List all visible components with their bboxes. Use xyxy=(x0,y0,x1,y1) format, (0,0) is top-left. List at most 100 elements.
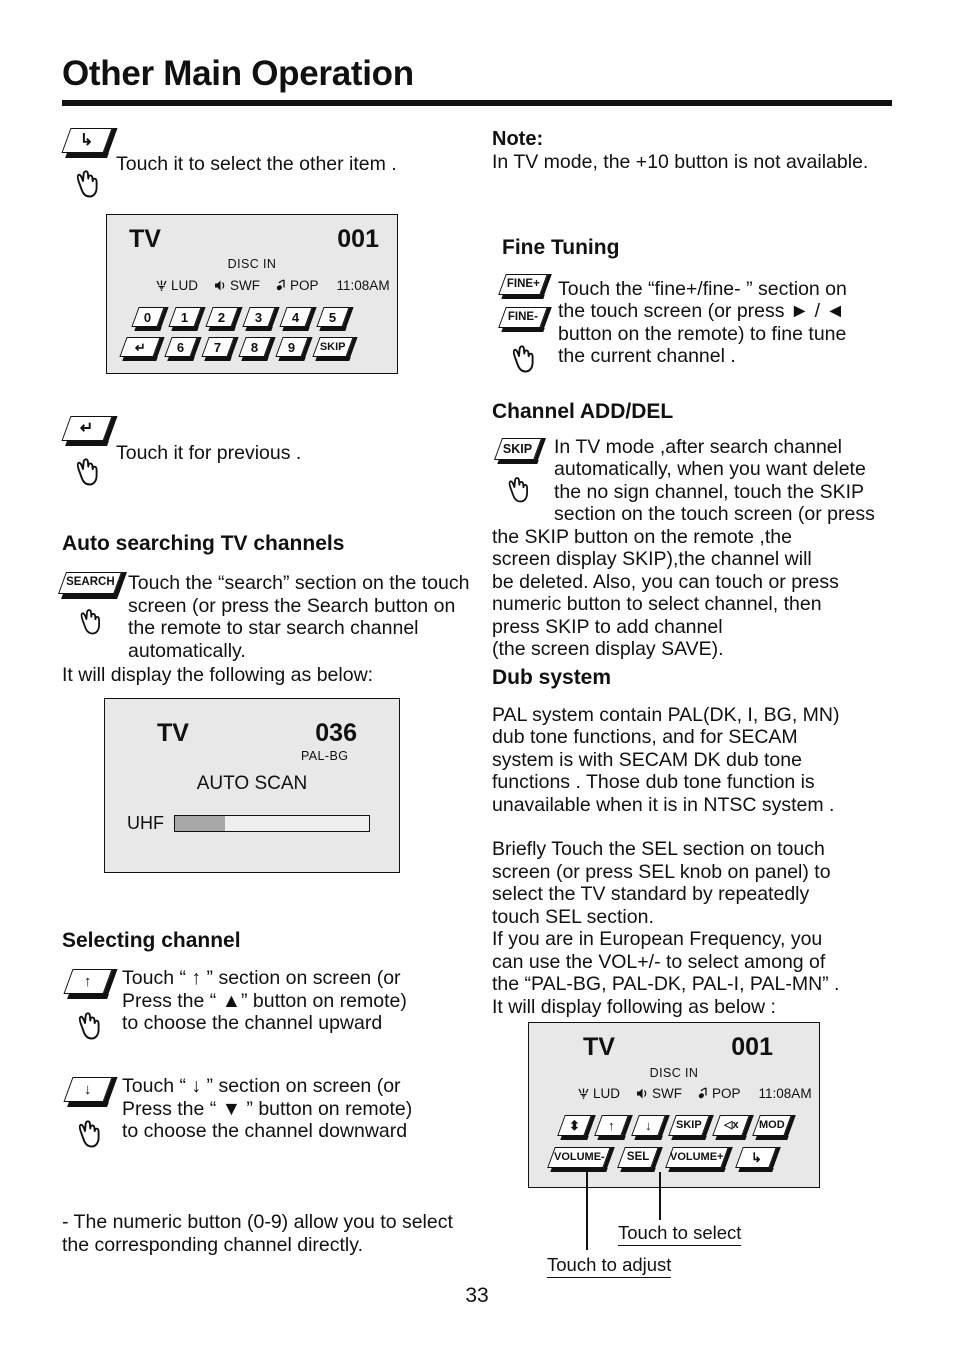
keypad-key-label: 4 xyxy=(292,309,300,325)
panel-controls-row-1: ⬍ ↑ ↓ SKIP ◁x MOD xyxy=(557,1115,796,1140)
dub-paragraph-1: PAL system contain PAL(DK, I, BG, MN) du… xyxy=(492,704,912,817)
dub-p2-line-7: the “PAL-BG, PAL-DK, PAL-I, PAL-MN” . xyxy=(492,973,840,995)
antenna-icon xyxy=(156,280,167,291)
previous-key-label: ↵ xyxy=(80,419,94,437)
dub-p2-line-2: screen (or press SEL knob on panel) to xyxy=(492,860,831,883)
panel-keypad-status: LUD SWF POP 11:08AM xyxy=(155,278,390,293)
keypad-key[interactable]: 7 xyxy=(201,337,239,361)
other-item-key-label: ↳ xyxy=(80,131,94,149)
ch-updown-key[interactable]: ⬍ xyxy=(557,1115,596,1140)
keypad-key-label: 2 xyxy=(218,309,226,325)
title-rule xyxy=(62,100,892,106)
selecting-channel-heading: Selecting channel xyxy=(62,929,241,952)
panel-keypad-status-2: POP xyxy=(290,278,319,293)
add-del-line-10: (the screen display SAVE). xyxy=(492,638,724,660)
control-key-label: MOD xyxy=(759,1119,785,1131)
control-key-label: ⬍ xyxy=(569,1118,580,1133)
select-up-line1: Touch “ ↑ ” section on screen (or xyxy=(122,967,401,989)
panel-controls-row-2: VOLUME- SEL VOLUME+ ↳ xyxy=(547,1147,781,1172)
panel-controls-time: 11:08AM xyxy=(758,1086,812,1101)
channel-up-key[interactable]: ↑ xyxy=(63,969,118,999)
tv-panel-autoscan: TV 036 PAL-BG AUTO SCAN UHF xyxy=(104,698,400,873)
keypad-key-enter[interactable]: ↵ xyxy=(119,337,165,361)
dub-p1-line-5: unavailable when it is in NTSC system . xyxy=(492,793,835,816)
panel-controls-mode: TV xyxy=(583,1033,615,1061)
sel-key[interactable]: SEL xyxy=(617,1147,663,1172)
hand-pointer-icon xyxy=(78,604,106,641)
keypad-key[interactable]: 6 xyxy=(164,337,202,361)
control-key-label: ↳ xyxy=(750,1150,762,1165)
previous-text: Touch it for previous . xyxy=(116,442,302,464)
fine-plus-key[interactable]: FINE+ xyxy=(498,273,552,299)
antenna-icon xyxy=(578,1088,589,1099)
note-text: In TV mode, the +10 button is not availa… xyxy=(492,151,869,173)
dub-p1-line-1: PAL system contain PAL(DK, I, BG, MN) xyxy=(492,703,840,726)
other-item-text: Touch it to select the other item . xyxy=(116,153,397,175)
keypad-key[interactable]: 5 xyxy=(316,307,354,331)
control-key-label: SKIP xyxy=(676,1119,702,1131)
select-down-line3: to choose the channel downward xyxy=(122,1120,408,1142)
keypad-key[interactable]: 8 xyxy=(238,337,276,361)
fine-tuning-line4: the current channel . xyxy=(558,345,736,367)
control-key-label: SEL xyxy=(626,1150,650,1163)
keypad-key[interactable]: 4 xyxy=(279,307,317,331)
mode-key[interactable]: MOD xyxy=(752,1115,796,1140)
select-up-line3: to choose the channel upward xyxy=(122,1012,383,1034)
control-key-label: ↑ xyxy=(608,1118,615,1133)
panel-keypad-time: 11:08AM xyxy=(336,278,390,293)
volume-up-key[interactable]: VOLUME+ xyxy=(665,1147,733,1172)
fine-tuning-line2: the touch screen (or press ► / ◄ xyxy=(558,300,847,323)
page-number: 33 xyxy=(465,1284,489,1307)
channel-down-key-label: ↓ xyxy=(84,1081,92,1098)
auto-search-body: Touch the “search” section on the touch … xyxy=(128,572,470,662)
search-key[interactable]: SEARCH xyxy=(57,572,128,599)
select-down-line2: Press the “ ▼ ” button on remote) xyxy=(122,1097,413,1120)
mute-key[interactable]: ◁x xyxy=(712,1115,754,1140)
hand-pointer-icon xyxy=(76,1007,106,1046)
fine-minus-key-label: FINE- xyxy=(507,310,539,323)
skip-key-label: SKIP xyxy=(503,441,533,456)
panel-scan-status: AUTO SCAN xyxy=(196,773,308,794)
dub-p2-line-4: touch SEL section. xyxy=(492,905,654,928)
panel-scan-channel: 036 xyxy=(315,719,357,747)
note-heading: Note: xyxy=(492,128,544,150)
keypad-key-label: 3 xyxy=(255,309,263,325)
keypad-key-label: 0 xyxy=(144,309,152,325)
skip-key[interactable]: SKIP xyxy=(493,437,547,464)
panel-controls-channel: 001 xyxy=(731,1033,773,1061)
keypad-key-label: 9 xyxy=(288,339,296,355)
tv-panel-keypad: TV 001 DISC IN LUD SWF POP 11:08AM 0 1 2… xyxy=(106,214,398,374)
panel-controls-status: LUD SWF POP 11:08AM xyxy=(577,1086,812,1101)
enter-control-key[interactable]: ↳ xyxy=(735,1147,781,1172)
previous-key[interactable]: ↵ xyxy=(61,416,118,446)
callout-touch-to-select: Touch to select xyxy=(618,1222,742,1246)
select-down-block: ↓ Touch “ ↓ ” section on screen (or Pres… xyxy=(62,1075,482,1185)
keypad-key[interactable]: 3 xyxy=(242,307,280,331)
keypad-key[interactable]: 1 xyxy=(168,307,206,331)
panel-keypad-status-1: SWF xyxy=(230,278,261,293)
fine-minus-key[interactable]: FINE- xyxy=(498,306,552,332)
channel-down-key[interactable]: ↓ xyxy=(63,1077,118,1107)
music-note-icon xyxy=(698,1087,707,1099)
control-key-label: ↓ xyxy=(645,1118,652,1133)
dub-p2-line-6: can use the VOL+/- to select among of xyxy=(492,950,826,973)
keypad-key-label: 5 xyxy=(329,309,337,325)
ch-up-key[interactable]: ↑ xyxy=(594,1115,633,1140)
fine-tuning-heading: Fine Tuning xyxy=(502,235,620,259)
keypad-key-skip[interactable]: SKIP xyxy=(312,337,358,361)
other-item-key[interactable]: ↳ xyxy=(61,128,118,158)
ch-down-key[interactable]: ↓ xyxy=(631,1115,670,1140)
dub-p2-line-5: If you are in European Frequency, you xyxy=(492,928,823,950)
speaker-icon xyxy=(637,1088,647,1099)
volume-down-key[interactable]: VOLUME- xyxy=(547,1147,615,1172)
panel-keypad-channel: 001 xyxy=(337,225,379,253)
keypad-key[interactable]: 2 xyxy=(205,307,243,331)
keypad-key-label: 6 xyxy=(177,339,185,355)
skip-control-key[interactable]: SKIP xyxy=(668,1115,714,1140)
add-del-line-1: In TV mode ,after search channel xyxy=(554,435,842,458)
hand-pointer-icon xyxy=(76,1115,106,1154)
keypad-key[interactable]: 9 xyxy=(275,337,313,361)
keypad-key[interactable]: 0 xyxy=(131,307,169,331)
fine-plus-key-label: FINE+ xyxy=(506,277,540,290)
keypad-key-label: 8 xyxy=(251,339,259,355)
